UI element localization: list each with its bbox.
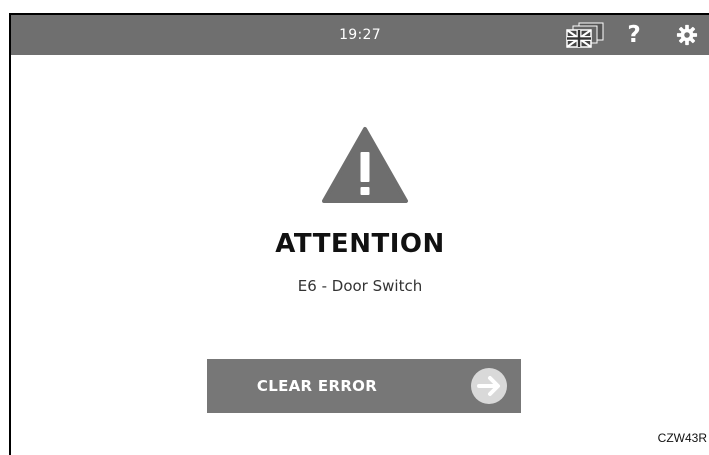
alert-title: ATTENTION [275,229,445,259]
status-bar: 19:27 ? [11,15,709,55]
clear-error-label: CLEAR ERROR [256,377,378,395]
question-mark-icon: ? [627,21,641,48]
clear-error-button[interactable]: CLEAR ERROR [207,359,521,413]
help-button[interactable]: ? [619,15,649,55]
arrow-right-circle-icon [471,368,507,404]
uk-flag-icon [566,22,604,48]
settings-button[interactable] [671,15,703,55]
warning-triangle-icon [322,127,408,203]
error-message: E6 - Door Switch [297,277,423,295]
gear-icon [676,24,698,46]
language-button[interactable] [562,15,608,55]
device-screen: 19:27 ? ATTENTION E6 - Door Switch CLEAR… [9,13,709,455]
figure-code: CZW43R [657,431,707,445]
